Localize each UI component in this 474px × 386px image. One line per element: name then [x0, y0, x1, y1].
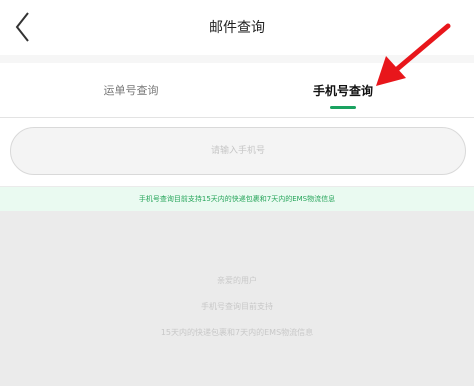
notice-banner: 手机号查询目前支持15天内的快递包裹和7天内的EMS物流信息	[0, 187, 474, 211]
annotation-arrow-icon	[376, 23, 451, 86]
empty-state: 亲爱的用户 手机号查询目前支持 15天内的快递包裹和7天内的EMS物流信息	[0, 211, 474, 386]
search-area	[0, 118, 474, 186]
empty-state-line: 15天内的快递包裹和7天内的EMS物流信息	[160, 328, 314, 337]
empty-state-greeting: 亲爱的用户	[217, 276, 257, 285]
active-tab-indicator	[330, 106, 356, 109]
empty-state-line: 手机号查询目前支持	[201, 302, 273, 311]
phone-number-input[interactable]	[10, 127, 466, 175]
